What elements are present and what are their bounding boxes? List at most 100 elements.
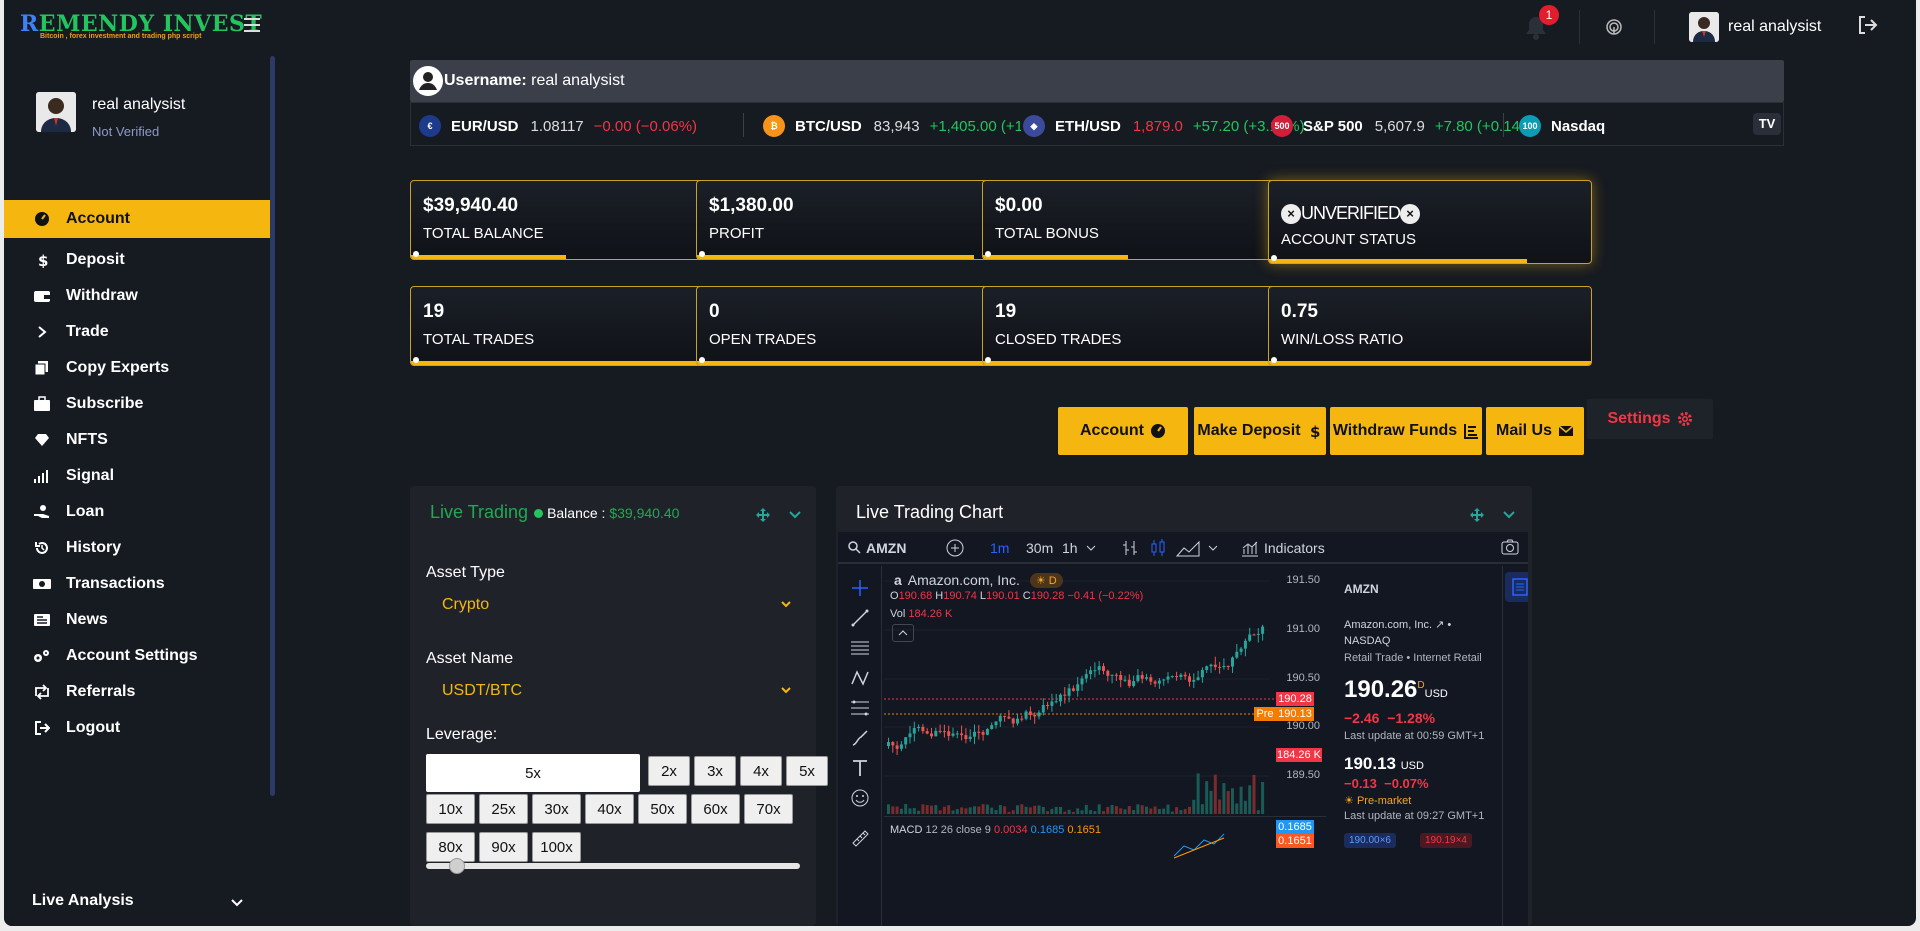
leverage-option-25x[interactable]: 25x [479, 794, 528, 824]
sidebar-item-history[interactable]: History [4, 530, 270, 566]
chevron-down-icon[interactable] [1208, 544, 1218, 552]
leverage-option-60x[interactable]: 60x [691, 794, 740, 824]
sidebar-item-nfts[interactable]: NFTS [4, 422, 270, 458]
leverage-input[interactable]: 5x [426, 754, 640, 792]
leverage-option-80x[interactable]: 80x [426, 832, 475, 862]
leverage-option-50x[interactable]: 50x [638, 794, 687, 824]
candlestick-svg[interactable] [884, 566, 1326, 926]
candle [1123, 679, 1127, 681]
indicators-button[interactable]: Indicators [1264, 540, 1325, 556]
ticker-tape[interactable]: € EUR/USD 1.08117 −0.00 (−0.06%) ₿ BTC/U… [410, 102, 1784, 146]
volume-bar [925, 805, 929, 814]
candle [1183, 674, 1187, 677]
volume-bar [1054, 806, 1058, 814]
external-link-icon[interactable]: ↗ [1435, 619, 1444, 631]
withdraw-funds-button[interactable]: Withdraw Funds [1330, 407, 1482, 455]
pattern-icon[interactable] [850, 668, 870, 688]
leverage-option-90x[interactable]: 90x [479, 832, 528, 862]
chevron-down-icon[interactable] [230, 896, 244, 910]
stat-card-account-status: × UNVERIFIED × ACCOUNT STATUS [1268, 180, 1592, 264]
sidebar-item-copy-experts[interactable]: Copy Experts [4, 350, 270, 386]
sidebar-item-deposit[interactable]: $ Deposit [4, 242, 270, 278]
tradingview-widget[interactable]: AMZN 1m 30m 1h Indicators a Amazon.com, … [838, 532, 1528, 926]
fingerprint-icon[interactable] [1604, 16, 1624, 38]
asset-type-select[interactable]: Crypto [426, 584, 798, 624]
sidebar-item-referrals[interactable]: Referrals [4, 674, 270, 710]
fib-icon[interactable] [850, 698, 870, 718]
area-chart-icon[interactable] [1176, 538, 1200, 558]
chart-symbol[interactable]: AMZN [866, 540, 906, 556]
slider-handle[interactable] [448, 858, 465, 874]
collapse-legend-button[interactable] [892, 624, 914, 642]
leverage-option-10x[interactable]: 10x [426, 794, 475, 824]
add-symbol-icon[interactable] [946, 539, 964, 557]
search-icon[interactable] [848, 541, 861, 554]
chevron-down-icon[interactable] [788, 508, 802, 522]
candle [930, 733, 933, 737]
sidebar-item-account-settings[interactable]: Account Settings [4, 638, 270, 674]
history-icon [32, 538, 52, 558]
sidebar-item-loan[interactable]: Loan [4, 494, 270, 530]
sidebar-scrollbar[interactable] [270, 56, 275, 796]
sidebar-item-withdraw[interactable]: Withdraw [4, 278, 270, 314]
emoji-icon[interactable] [850, 788, 870, 808]
text-tool-icon[interactable] [850, 758, 870, 778]
interval-1m[interactable]: 1m [990, 540, 1009, 556]
brand-logo[interactable]: REMENDY INVEST Bitcoin , forex investmen… [20, 11, 262, 43]
volume-bar [938, 810, 942, 814]
bar-chart-type-icon[interactable] [1120, 538, 1140, 558]
horizontal-lines-icon[interactable] [850, 638, 870, 658]
move-icon[interactable] [756, 508, 770, 522]
leverage-option-100x[interactable]: 100x [532, 832, 581, 862]
ticker-item[interactable]: ₿ BTC/USD 83,943 +1,405.00 (+1.70%) [763, 115, 1062, 137]
tradingview-logo-icon[interactable]: TV [1753, 113, 1781, 135]
ticker-item[interactable]: € EUR/USD 1.08117 −0.00 (−0.06%) [419, 115, 697, 137]
chevron-down-icon[interactable] [1502, 508, 1516, 522]
settings-button[interactable]: Settings [1587, 399, 1713, 439]
candle [955, 733, 959, 735]
interval-1h[interactable]: 1h [1062, 540, 1078, 556]
asset-name-select[interactable]: USDT/BTC [426, 670, 798, 710]
indicators-icon[interactable] [1240, 538, 1260, 558]
sidebar-item-subscribe[interactable]: Subscribe [4, 386, 270, 422]
camera-icon[interactable] [1500, 538, 1520, 556]
leverage-option-30x[interactable]: 30x [532, 794, 581, 824]
trend-line-icon[interactable] [850, 608, 870, 628]
avatar[interactable] [1689, 12, 1719, 42]
candles-icon[interactable] [1148, 538, 1168, 558]
sun-icon: ☀ [1344, 795, 1354, 807]
top-username[interactable]: real analysist [1728, 18, 1821, 36]
account-button[interactable]: Account [1058, 407, 1188, 455]
logout-icon[interactable] [1856, 14, 1878, 36]
ticker-item[interactable]: 500 S&P 500 5,607.9 +7.80 (+0.14%) [1271, 115, 1538, 137]
leverage-option-70x[interactable]: 70x [744, 794, 793, 824]
sidebar-item-signal[interactable]: Signal [4, 458, 270, 494]
sidebar-item-live-analysis[interactable]: Live Analysis [32, 892, 134, 910]
sidebar-item-account[interactable]: Account [4, 200, 270, 238]
sidebar-item-trade[interactable]: Trade [4, 314, 270, 350]
chevron-down-icon[interactable] [1086, 544, 1096, 552]
crosshair-icon[interactable] [850, 578, 870, 598]
price-axis-label: 191.00 [1286, 623, 1320, 635]
leverage-option-4x[interactable]: 4x [740, 756, 782, 786]
make-deposit-button[interactable]: Make Deposit $ [1194, 407, 1326, 455]
sidebar-item-transactions[interactable]: Transactions [4, 566, 270, 602]
move-icon[interactable] [1470, 508, 1484, 522]
leverage-option-40x[interactable]: 40x [585, 794, 634, 824]
mail-us-button[interactable]: Mail Us [1486, 407, 1584, 455]
leverage-option-2x[interactable]: 2x [648, 756, 690, 786]
price-chart[interactable]: a Amazon.com, Inc. ☀ D O190.68 H190.74 L1… [884, 566, 1326, 926]
leverage-option-5x[interactable]: 5x [786, 756, 828, 786]
leverage-option-3x[interactable]: 3x [694, 756, 736, 786]
leverage-slider[interactable] [426, 858, 800, 874]
sidebar-item-news[interactable]: News [4, 602, 270, 638]
watchlist-icon[interactable] [1505, 572, 1528, 602]
hamburger-menu-icon[interactable] [244, 18, 260, 32]
brush-icon[interactable] [850, 728, 870, 748]
interval-30m[interactable]: 30m [1026, 540, 1053, 556]
profile-avatar[interactable] [36, 92, 76, 132]
ruler-icon[interactable] [850, 828, 870, 848]
ticker-item[interactable]: ◆ ETH/USD 1,879.0 +57.20 (+3.14%) [1021, 115, 1305, 137]
sidebar-item-logout[interactable]: Logout [4, 710, 270, 746]
ticker-item[interactable]: 100 Nasdaq [1519, 115, 1749, 137]
